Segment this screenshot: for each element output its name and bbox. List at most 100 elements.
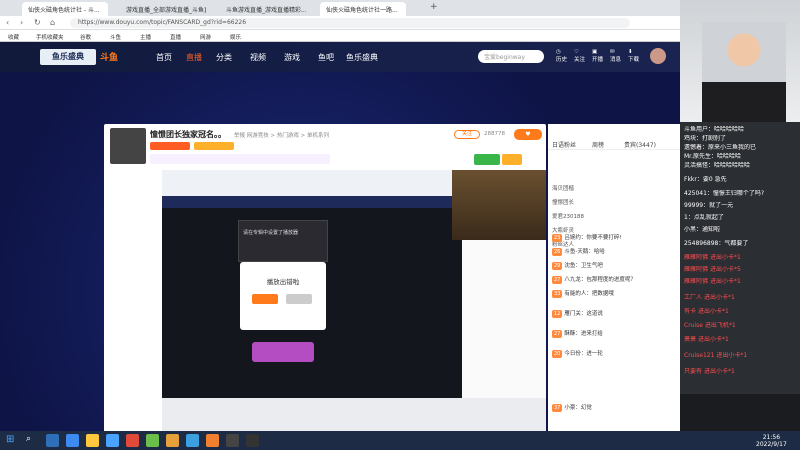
bookmarks-bar: 收藏 手机收藏夹 谷歌 斗鱼 主播 直播 网游 娱乐 (0, 30, 680, 42)
task-view-icon[interactable] (46, 434, 59, 447)
app-icon[interactable] (106, 434, 119, 447)
webcam-overlay (452, 170, 546, 240)
new-tab-button[interactable]: + (430, 2, 438, 12)
level-badge: 33 (552, 290, 563, 298)
danmu-line: 萧萧 进出小卡*1 (684, 336, 798, 344)
message-text: 斗鱼-天鹅：哈哈 (564, 249, 605, 255)
danmu-line: Cruise121 进出小卡*1 (684, 352, 798, 360)
message-link[interactable]: ✉ 消息 (610, 48, 621, 64)
cancel-button[interactable] (286, 294, 312, 304)
nav-live[interactable]: 直播 (186, 52, 202, 63)
danmu-text: 进出飞机*1 (704, 322, 736, 329)
nav-category[interactable]: 分类 (216, 52, 232, 63)
danmu-user: 萧萧 (684, 336, 697, 343)
app-icon[interactable] (226, 434, 239, 447)
chat-panel: 日语粉丝 周榜 贵宾(3447) 海贝团楷 憧憬团长 爱君230188 大瓶虾灵… (548, 124, 680, 434)
danmu-text: 原来小三鱼我的已 (708, 144, 757, 151)
refresh-icon[interactable]: ↻ (34, 18, 41, 27)
browser-tab[interactable]: 仙侠火磁角色统计社一路... (320, 2, 406, 16)
danmu-line: 99999：就了一元 (684, 202, 734, 209)
back-icon[interactable]: ‹ (6, 18, 9, 27)
danmu-line: 有卡 进出小卡*1 (684, 308, 798, 316)
rank-row[interactable]: 爱君230188 (552, 212, 676, 224)
edge-icon[interactable] (66, 434, 79, 447)
danmu-line: 只要有 进出小卡*1 (684, 368, 798, 376)
danmu-line: 鸡块：打剧别了 (684, 135, 727, 142)
dialog-hint: 请在专辑中设置了播放器 (243, 230, 299, 236)
embedded-browser-bar (162, 170, 462, 196)
browser-tab-bar: 仙侠火磁角色统计社 - 斗... 游戏直播_全部游戏直播_斗鱼直... 斗鱼游戏… (0, 0, 680, 16)
bookmark-item[interactable]: 斗鱼 (110, 33, 121, 41)
room-category[interactable]: 举报 网游竞技 > 热门游戏 > 单机系列 (234, 131, 329, 139)
share-button[interactable]: ♥ (514, 129, 542, 140)
nav-fishbar[interactable]: 鱼吧 (318, 52, 334, 63)
message-text: 酥酥：进来打给 (564, 331, 603, 337)
bookmark-item[interactable]: 谷歌 (80, 33, 91, 41)
chat-message: 33 有能的人：把数据哦 (552, 290, 676, 298)
follow-link[interactable]: ♡ 关注 (574, 48, 585, 64)
chrome-icon[interactable] (186, 434, 199, 447)
fire-button[interactable] (502, 154, 522, 165)
brand-logo[interactable]: 斗鱼 (100, 50, 118, 63)
bookmark-item[interactable]: 收藏 (8, 33, 19, 41)
app-icon[interactable] (166, 434, 179, 447)
bookmark-item[interactable]: 手机收藏夹 (36, 33, 64, 41)
chat-message: 29 沈鱼：卫生气吧 (552, 262, 676, 270)
danmu-text: 憧憬王归哪个了吗? (712, 190, 765, 197)
danmu-user: Cruise121 (684, 352, 715, 359)
danmu-user: 遗憾着 (684, 144, 703, 151)
event-logo[interactable]: 鱼乐盛典 (40, 49, 96, 65)
browser-tab[interactable]: 游戏直播_全部游戏直播_斗鱼直... (120, 2, 206, 16)
bookmark-item[interactable]: 直播 (170, 33, 181, 41)
nav-game[interactable]: 游戏 (284, 52, 300, 63)
search-icon[interactable]: ⌕ (26, 434, 39, 447)
wechat-icon[interactable] (146, 434, 159, 447)
danmu-text: 通知啦 (702, 226, 721, 233)
danmu-text: 哈哈哈哈哈哈 (714, 162, 751, 169)
danmu-user: 斗鱼用户 (684, 126, 709, 133)
nav-home[interactable]: 首页 (156, 52, 172, 63)
promo-banner[interactable] (252, 342, 314, 362)
folder-icon[interactable] (86, 434, 99, 447)
browser-tab[interactable]: 斗鱼游戏直播_游戏直播精彩... (220, 2, 306, 16)
app-icon[interactable] (246, 434, 259, 447)
url-field[interactable]: https://www.douyu.com/topic/FANSCARD_gd?… (70, 18, 630, 28)
forward-icon[interactable]: › (20, 18, 23, 27)
tab-vip[interactable]: 贵宾(3447) (624, 140, 656, 149)
windows-start-icon[interactable]: ⊞ (6, 434, 19, 447)
bookmark-item[interactable]: 网游 (200, 33, 211, 41)
nav-event[interactable]: 鱼乐盛典 (346, 52, 378, 63)
video-player[interactable]: 请在专辑中设置了播放器 播放出错啦 (162, 170, 546, 432)
system-clock[interactable]: 21:56 2022/9/17 (756, 434, 787, 448)
danmu-text: 就了一元 (709, 202, 734, 209)
gift-button[interactable] (474, 154, 500, 165)
message-text: 八九龙：包那程度的进度呢？ (564, 277, 636, 283)
app-icon[interactable] (206, 434, 219, 447)
broadcast-link[interactable]: ▣ 开播 (592, 48, 603, 64)
history-link[interactable]: ◷ 历史 (556, 48, 567, 64)
nav-video[interactable]: 视频 (250, 52, 266, 63)
app-icon[interactable] (126, 434, 139, 447)
message-text: 雁门关：这道说 (564, 311, 603, 317)
download-link[interactable]: ⬇ 下载 (628, 48, 639, 64)
confirm-button[interactable] (252, 294, 278, 304)
tab-fans[interactable]: 日语粉丝 (552, 140, 576, 149)
chat-message: 27 酥酥：进来打给 (552, 330, 676, 338)
tag-row (150, 154, 330, 164)
avatar[interactable] (650, 48, 666, 64)
danmu-user: 雁雁阿佛 (684, 254, 709, 261)
rank-row[interactable]: 海贝团楷 (552, 184, 676, 196)
tab-weekly[interactable]: 周榜 (592, 140, 604, 149)
home-icon[interactable]: ⌂ (50, 18, 55, 27)
bookmark-item[interactable]: 主播 (140, 33, 151, 41)
danmu-user: Cruise (684, 322, 703, 329)
bookmark-item[interactable]: 娱乐 (230, 33, 241, 41)
streamer-avatar[interactable] (110, 128, 146, 164)
browser-tab[interactable]: 仙侠火磁角色统计社 - 斗... (22, 2, 108, 16)
rank-row[interactable]: 憧憬团长 (552, 198, 676, 210)
follow-button[interactable]: 关注 (454, 130, 480, 139)
message-text: 今日份：进一轮 (564, 351, 603, 357)
danmu-text: 进出小卡*1 (703, 368, 735, 375)
search-input[interactable]: 宝爱beginway (478, 50, 544, 63)
danmu-user: 小黑 (684, 226, 697, 233)
